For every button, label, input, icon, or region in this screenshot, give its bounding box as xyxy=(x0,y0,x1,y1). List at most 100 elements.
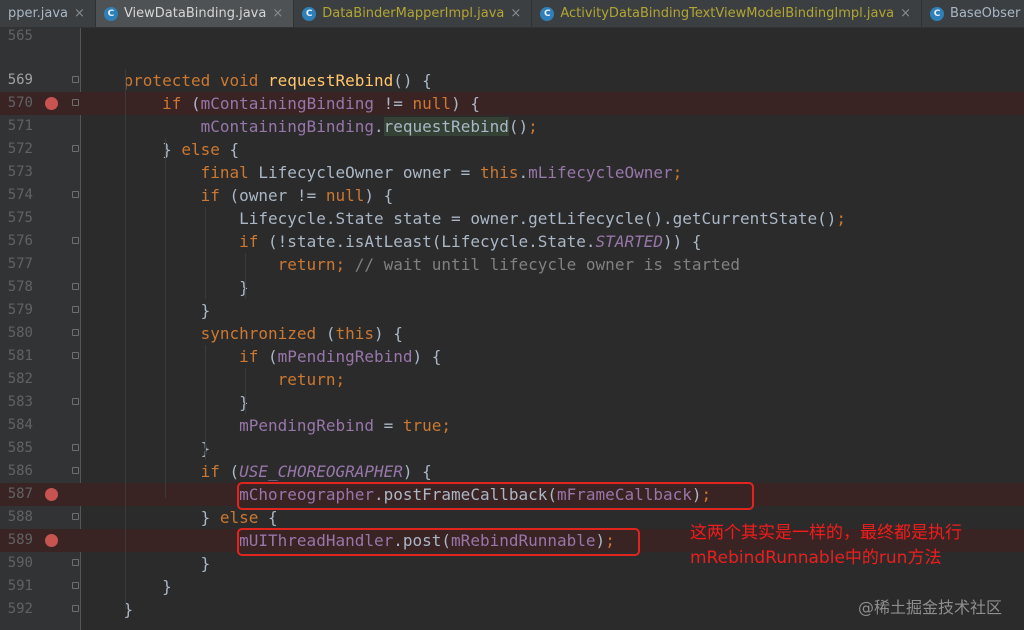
fold-marker-icon[interactable] xyxy=(72,513,79,520)
java-class-icon: C xyxy=(930,6,945,21)
code-text: } else { xyxy=(85,138,239,161)
fold-marker-icon[interactable] xyxy=(72,444,79,451)
tab-label: BaseObser xyxy=(950,6,1021,21)
breakpoint-icon[interactable] xyxy=(45,488,58,501)
indent-guide xyxy=(205,345,206,460)
fold-marker-icon[interactable] xyxy=(72,99,79,106)
code-token: LifecycleOwner owner = xyxy=(258,163,480,182)
fold-marker-icon[interactable] xyxy=(72,191,79,198)
code-line[interactable]: 569 protected void requestRebind() { xyxy=(0,69,1024,92)
breakpoint-icon[interactable] xyxy=(45,534,58,547)
editor-tab[interactable]: C BaseObser xyxy=(922,0,1024,27)
fold-marker-icon[interactable] xyxy=(72,283,79,290)
code-line[interactable]: 576 if (!state.isAtLeast(Lifecycle.State… xyxy=(0,230,1024,253)
fold-marker-icon[interactable] xyxy=(72,352,79,359)
code-line[interactable]: 582 return; xyxy=(0,368,1024,391)
code-line[interactable]: 570 if (mContainingBinding != null) { xyxy=(0,92,1024,115)
code-token: else xyxy=(219,508,269,527)
code-line[interactable]: 586 if (USE_CHOREOGRAPHER) { xyxy=(0,460,1024,483)
fold-marker-icon[interactable] xyxy=(72,559,79,566)
indent-guide xyxy=(205,207,206,299)
code-line[interactable]: 584 mPendingRebind = true; xyxy=(0,414,1024,437)
indent-guide xyxy=(245,368,246,414)
tab-label: ActivityDataBindingTextViewModelBindingI… xyxy=(560,6,895,21)
code-token: mLifecycleOwner xyxy=(528,163,673,182)
line-number: 581 xyxy=(7,348,33,364)
fold-marker-icon[interactable] xyxy=(72,398,79,405)
code-line[interactable]: 581 if (mPendingRebind) { xyxy=(0,345,1024,368)
code-token: . xyxy=(373,117,384,136)
editor-tab[interactable]: pper.java × xyxy=(0,0,96,27)
fold-marker-icon[interactable] xyxy=(72,582,79,589)
indent-guide xyxy=(165,138,166,498)
code-line[interactable]: 585 } xyxy=(0,437,1024,460)
code-line[interactable]: 579 } xyxy=(0,299,1024,322)
editor-tab[interactable]: C ActivityDataBindingTextViewModelBinding… xyxy=(532,0,923,27)
code-token: } xyxy=(85,577,172,596)
code-line[interactable]: 575 Lifecycle.State state = owner.getLif… xyxy=(0,207,1024,230)
code-token: synchronized xyxy=(200,324,326,343)
close-icon[interactable]: × xyxy=(900,6,911,21)
code-line[interactable]: 578 } xyxy=(0,276,1024,299)
fold-marker-icon[interactable] xyxy=(72,329,79,336)
code-text: } xyxy=(85,437,211,460)
fold-marker-icon[interactable] xyxy=(72,76,79,83)
code-token: ) { xyxy=(402,462,432,481)
code-token: ) { xyxy=(364,186,394,205)
breakpoint-icon[interactable] xyxy=(45,97,58,110)
fold-marker-icon[interactable] xyxy=(72,237,79,244)
code-text: protected void requestRebind() { xyxy=(85,69,432,92)
close-icon[interactable]: × xyxy=(272,6,283,21)
code-token: return; xyxy=(277,255,346,274)
fold-marker-icon[interactable] xyxy=(72,467,79,474)
code-token: mContainingBinding xyxy=(200,117,374,136)
close-icon[interactable]: × xyxy=(74,6,85,21)
code-token: ( xyxy=(190,94,201,113)
code-text: if (USE_CHOREOGRAPHER) { xyxy=(85,460,432,483)
line-number: 589 xyxy=(7,532,33,548)
code-text: Lifecycle.State state = owner.getLifecyc… xyxy=(85,207,846,230)
code-token: ; xyxy=(672,163,683,182)
code-token: ; xyxy=(836,209,846,228)
annotation-line-2: mRebindRunnable中的run方法 xyxy=(690,548,942,568)
code-token: = xyxy=(373,416,403,435)
code-token: requestRebind xyxy=(383,117,509,136)
fold-marker-icon[interactable] xyxy=(72,605,79,612)
code-line[interactable]: 577 return; // wait until lifecycle owne… xyxy=(0,253,1024,276)
line-number: 585 xyxy=(7,440,33,456)
line-number: 565 xyxy=(7,28,33,44)
code-token: } xyxy=(85,554,211,573)
line-number: 587 xyxy=(7,486,33,502)
code-token: final xyxy=(200,163,259,182)
code-line[interactable]: 565 xyxy=(0,25,1024,48)
indent-guide xyxy=(125,69,126,609)
close-icon[interactable]: × xyxy=(510,6,521,21)
line-number: 575 xyxy=(7,210,33,226)
java-class-icon: C xyxy=(103,6,118,21)
code-token: { xyxy=(268,508,278,527)
code-line[interactable]: 571 mContainingBinding.requestRebind(); xyxy=(0,115,1024,138)
code-token: ) { xyxy=(412,347,442,366)
code-line[interactable]: 583 } xyxy=(0,391,1024,414)
code-token: null xyxy=(412,94,452,113)
code-line[interactable]: 573 final LifecycleOwner owner = this.mL… xyxy=(0,161,1024,184)
code-token: } xyxy=(85,301,211,320)
fold-marker-icon[interactable] xyxy=(72,145,79,152)
code-line[interactable]: 572 } else { xyxy=(0,138,1024,161)
editor-tab[interactable]: C ViewDataBinding.java × xyxy=(95,0,295,27)
line-number: 584 xyxy=(7,417,33,433)
fold-marker-icon[interactable] xyxy=(72,306,79,313)
code-line[interactable]: 580 synchronized (this) { xyxy=(0,322,1024,345)
code-token: null xyxy=(325,186,365,205)
code-token: if xyxy=(200,186,230,205)
code-editor[interactable]: 565 569 protected void requestRebind() {5… xyxy=(0,28,1024,630)
code-token: this xyxy=(335,324,374,343)
editor-tab[interactable]: C DataBinderMapperImpl.java × xyxy=(294,0,533,27)
code-line[interactable]: 574 if (owner != null) { xyxy=(0,184,1024,207)
